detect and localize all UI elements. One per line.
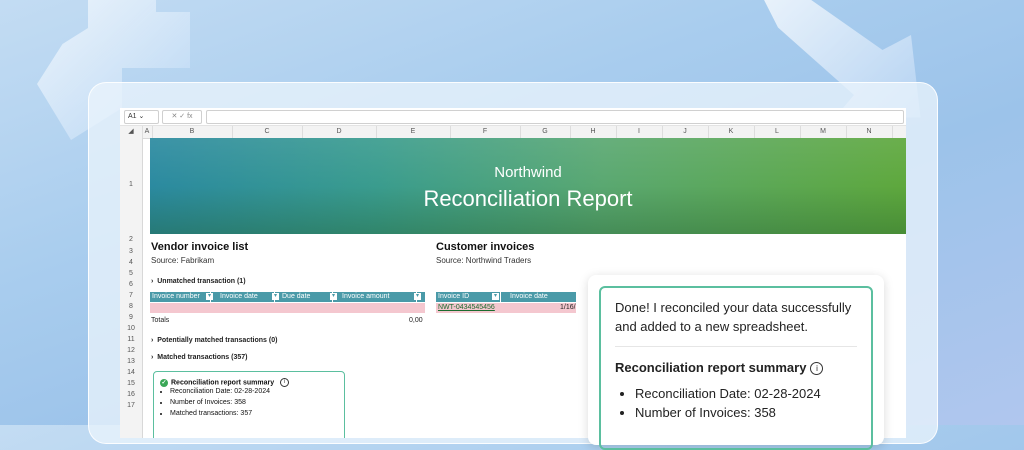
row-header[interactable]: 2 xyxy=(120,236,142,243)
header-label: Invoice date xyxy=(510,293,548,300)
col-header-b[interactable]: B xyxy=(152,126,233,138)
filter-dropdown-icon[interactable]: ▾ xyxy=(272,293,279,300)
filter-dropdown-icon[interactable]: ▾ xyxy=(206,293,213,300)
row-header[interactable]: 14 xyxy=(120,369,142,376)
summary-card: ✓Reconciliation report summary i Reconci… xyxy=(153,371,345,438)
cell-ref: A1 xyxy=(128,113,137,120)
col-header-i[interactable]: I xyxy=(616,126,663,138)
select-all-corner[interactable]: ◢ xyxy=(120,126,143,138)
row-header[interactable]: 13 xyxy=(120,358,142,365)
totals-label: Totals xyxy=(151,317,170,324)
row-header[interactable]: 17 xyxy=(120,402,142,409)
report-banner: Northwind Reconciliation Report xyxy=(150,138,906,234)
row-header[interactable]: 3 xyxy=(120,248,142,255)
list-item: Reconciliation Date: 02-28-2024 xyxy=(170,386,270,397)
customer-section-title: Customer invoices xyxy=(436,241,535,253)
group-unmatched-label: Unmatched transaction (1) xyxy=(157,278,246,285)
row-header[interactable]: 11 xyxy=(120,336,142,343)
col-header-f[interactable]: F xyxy=(450,126,521,138)
list-item: Reconciliation Date: 02-28-2024 xyxy=(635,384,821,403)
chevron-right-icon: › xyxy=(151,278,154,285)
header-label: Invoice ID xyxy=(438,293,470,300)
col-header-l[interactable]: L xyxy=(754,126,801,138)
row-header[interactable]: 5 xyxy=(120,270,142,277)
chevron-right-icon: › xyxy=(151,337,154,344)
group-potential[interactable]: › Potentially matched transactions (0) xyxy=(151,337,277,344)
col-header-d[interactable]: D xyxy=(302,126,377,138)
header-invoice-date[interactable]: Invoice date ▾ xyxy=(218,292,279,302)
row-header[interactable]: 1 xyxy=(120,181,142,188)
col-header-k[interactable]: K xyxy=(708,126,755,138)
header-due-date[interactable]: Due date ▾ xyxy=(280,292,337,302)
col-header-h[interactable]: H xyxy=(570,126,617,138)
header-label: Invoice amount xyxy=(342,293,390,300)
totals-value: 0,00 xyxy=(409,317,423,324)
chat-summary-title: Reconciliation report summary xyxy=(615,360,807,375)
header-label: Invoice number xyxy=(152,293,200,300)
col-header-m[interactable]: M xyxy=(800,126,847,138)
chat-response-card: Done! I reconciled your data successfull… xyxy=(599,286,873,450)
group-matched-label: Matched transactions (357) xyxy=(157,354,248,361)
header-label: Due date xyxy=(282,293,311,300)
header-label: Invoice date xyxy=(220,293,258,300)
row-header[interactable]: 8 xyxy=(120,303,142,310)
copilot-chat-panel: Done! I reconciled your data successfull… xyxy=(588,275,884,450)
row-header[interactable]: 15 xyxy=(120,380,142,387)
group-matched[interactable]: › Matched transactions (357) xyxy=(151,354,247,361)
banner-title: Reconciliation Report xyxy=(423,186,633,211)
row-header[interactable]: 16 xyxy=(120,391,142,398)
customer-row-date: 1/16/ xyxy=(560,304,576,311)
header-invoice-number[interactable]: Invoice number ▾ xyxy=(150,292,213,302)
vendor-section-title: Vendor invoice list xyxy=(151,241,249,253)
header-invoice-id[interactable]: Invoice ID ▾ xyxy=(436,292,501,302)
info-icon[interactable]: i xyxy=(810,362,824,376)
chevron-right-icon: › xyxy=(151,354,154,361)
list-item: Number of Invoices: 358 xyxy=(635,403,821,422)
group-potential-label: Potentially matched transactions (0) xyxy=(157,337,278,344)
group-unmatched[interactable]: › Unmatched transaction (1) xyxy=(151,278,246,285)
unmatched-row[interactable] xyxy=(150,303,425,313)
col-header-n[interactable]: N xyxy=(846,126,893,138)
info-icon[interactable]: i xyxy=(280,378,290,387)
row-header[interactable]: 9 xyxy=(120,314,142,321)
row-header[interactable]: 4 xyxy=(120,259,142,266)
divider xyxy=(615,346,857,347)
summary-card-list: Reconciliation Date: 02-28-2024 Number o… xyxy=(156,386,270,419)
invoice-id-link[interactable]: NWT-0434545456 xyxy=(438,304,495,311)
banner-subtitle: Northwind xyxy=(494,164,562,181)
row-headers: 1 2 3 4 5 6 7 8 9 10 11 12 13 14 15 16 1… xyxy=(120,138,143,438)
chat-summary-list: Reconciliation Date: 02-28-2024 Number o… xyxy=(615,384,821,422)
chat-summary-header: Reconciliation report summary i xyxy=(615,360,824,376)
customer-source: Source: Northwind Traders xyxy=(436,256,532,265)
filter-dropdown-icon[interactable]: ▾ xyxy=(492,293,499,300)
customer-table-header: Invoice ID ▾ Invoice date xyxy=(436,292,577,302)
filter-dropdown-icon[interactable]: ▾ xyxy=(330,293,337,300)
col-header-j[interactable]: J xyxy=(662,126,709,138)
formula-icons: ✕ ✓ fx xyxy=(162,110,202,124)
name-box[interactable]: A1 ⌄ xyxy=(124,110,159,124)
formula-bar: A1 ⌄ ✕ ✓ fx xyxy=(120,108,906,126)
list-item: Number of Invoices: 358 xyxy=(170,397,270,408)
header-invoice-amount[interactable]: Invoice amount ▾ xyxy=(340,292,421,302)
vendor-source: Source: Fabrikam xyxy=(151,256,215,265)
chat-message: Done! I reconciled your data successfull… xyxy=(615,300,852,334)
row-header[interactable]: 7 xyxy=(120,292,142,299)
vendor-table-header: Invoice number ▾ Invoice date ▾ Due date ▾ … xyxy=(150,292,425,302)
row-header[interactable]: 6 xyxy=(120,281,142,288)
row-header[interactable]: 12 xyxy=(120,347,142,354)
col-header-g[interactable]: G xyxy=(520,126,571,138)
formula-input[interactable] xyxy=(206,110,904,124)
col-header-e[interactable]: E xyxy=(376,126,451,138)
list-item: Matched transactions: 357 xyxy=(170,408,270,419)
row-header[interactable]: 10 xyxy=(120,325,142,332)
filter-dropdown-icon[interactable]: ▾ xyxy=(414,293,421,300)
header-customer-invoice-date[interactable]: Invoice date xyxy=(508,292,577,302)
col-header-c[interactable]: C xyxy=(232,126,303,138)
